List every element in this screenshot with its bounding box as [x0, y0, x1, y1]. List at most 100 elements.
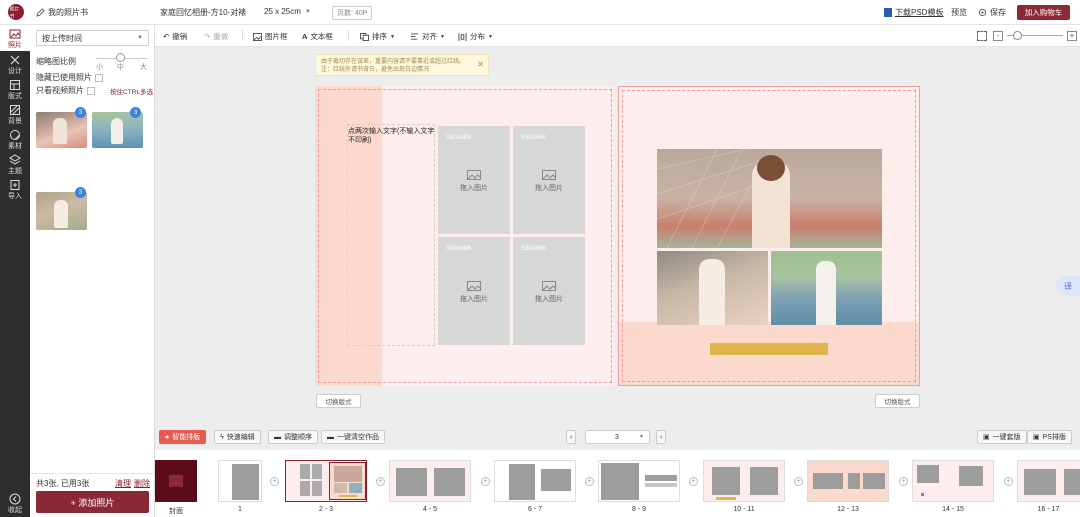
- left-page[interactable]: 点两次输入文字(不输入文字不印刷) 590x886 拖入图片 590x886 拖…: [315, 86, 615, 386]
- insert-page-button[interactable]: +: [794, 477, 803, 486]
- brand-logo[interactable]: 照片书: [8, 4, 24, 20]
- clear-work-label: 一键清空作品: [337, 434, 379, 441]
- film-page-10-11[interactable]: [703, 460, 785, 502]
- template-icon: ▣: [983, 434, 990, 441]
- clear-work-button[interactable]: ▬ 一键清空作品: [321, 430, 385, 444]
- film-page-1[interactable]: [218, 460, 262, 502]
- zoom-slider[interactable]: [1007, 31, 1063, 40]
- film-page-cover[interactable]: [155, 460, 197, 502]
- right-page[interactable]: [618, 86, 920, 386]
- top-bar: 照片书 我的照片书 家庭回忆相册-方10-对裱 25 x 25cm ▼ 页数: …: [0, 0, 1080, 25]
- insert-page-button[interactable]: +: [585, 477, 594, 486]
- rail-item-theme[interactable]: 主题: [0, 151, 30, 176]
- title-bar[interactable]: [710, 343, 828, 355]
- add-cart-button[interactable]: 加入购物车: [1017, 5, 1070, 20]
- next-page-button[interactable]: ›: [656, 430, 667, 444]
- film-page-12-13[interactable]: [807, 460, 889, 502]
- switch-layout-right-button[interactable]: 切换版式: [875, 394, 920, 408]
- save-button[interactable]: 保存: [978, 7, 1006, 18]
- photo-slot[interactable]: 590x886 拖入图片: [438, 237, 510, 345]
- close-icon[interactable]: ✕: [477, 61, 484, 69]
- toolbar-divider: [242, 30, 243, 41]
- quick-edit-button[interactable]: ϟ 快速编辑: [214, 430, 261, 444]
- switch-layout-left-button[interactable]: 切换版式: [316, 394, 361, 408]
- placed-photo[interactable]: [771, 251, 882, 325]
- bottom-actions: ● 智能排版 ϟ 快速编辑 ▬ 调整顺序 ▬ 一键清空作品 ‹ 3 ▼ › ▣ 一键套版 …: [155, 428, 1080, 446]
- theme-icon: [9, 154, 21, 166]
- picture-box-button[interactable]: 图片框: [253, 31, 288, 42]
- photo-slot[interactable]: 590x886 拖入图片: [438, 126, 510, 234]
- film-page-16-17[interactable]: [1017, 460, 1080, 502]
- insert-page-button[interactable]: +: [689, 477, 698, 486]
- insert-page-button[interactable]: +: [481, 477, 490, 486]
- only-video-checkbox[interactable]: 只看视频照片: [36, 85, 95, 96]
- back-link[interactable]: 我的照片书: [36, 7, 88, 18]
- hide-used-checkbox[interactable]: 隐藏已使用照片: [36, 72, 103, 83]
- reorder-button[interactable]: ▬ 调整顺序: [268, 430, 318, 444]
- insert-page-button[interactable]: +: [899, 477, 908, 486]
- zoom-handle[interactable]: [1013, 31, 1022, 40]
- ps-edit-button[interactable]: ▣ PS排版: [1027, 430, 1072, 444]
- smart-layout-button[interactable]: ● 智能排版: [159, 430, 207, 444]
- slider-handle[interactable]: [116, 53, 125, 62]
- zoom-in-button[interactable]: +: [1067, 31, 1077, 41]
- photo-slot[interactable]: 590x886 拖入图片: [513, 237, 585, 345]
- order-dropdown[interactable]: 排序 ▼: [360, 31, 395, 42]
- placed-photo[interactable]: [657, 251, 768, 325]
- scale-label: 缩略图比例: [36, 57, 76, 66]
- page-select[interactable]: 3 ▼: [585, 430, 650, 444]
- rail-collapse-button[interactable]: 收起: [0, 490, 30, 516]
- clear-link[interactable]: 清理: [115, 478, 131, 489]
- zoom-out-button[interactable]: -: [993, 31, 1003, 41]
- scale-large: 大: [140, 64, 147, 71]
- preview-button[interactable]: 预览: [951, 7, 967, 18]
- film-page-4-5[interactable]: [389, 460, 471, 502]
- film-page-8-9[interactable]: [598, 460, 680, 502]
- insert-page-button[interactable]: +: [270, 477, 279, 486]
- text-box-button[interactable]: A 文本框: [302, 31, 333, 42]
- film-label: 2 - 3: [318, 506, 333, 513]
- clear-icon: ▬: [327, 433, 334, 441]
- film-block: [509, 464, 535, 500]
- rail-item-import[interactable]: 导入: [0, 176, 30, 201]
- sort-select[interactable]: 按上传时间 ▼: [36, 30, 149, 46]
- text-placeholder[interactable]: 点两次输入文字(不输入文字不印刷): [347, 124, 435, 346]
- prev-page-button[interactable]: ‹: [566, 430, 577, 444]
- side-float-button[interactable]: 译: [1056, 276, 1080, 296]
- download-psd-label: 下载PSD模板: [895, 8, 944, 17]
- text-icon: A: [302, 32, 308, 41]
- image-icon: [467, 170, 481, 180]
- size-dropdown[interactable]: 25 x 25cm ▼: [264, 7, 311, 16]
- insert-page-button[interactable]: +: [376, 477, 385, 486]
- redo-button[interactable]: ↷ 重做: [204, 31, 228, 42]
- placed-photo[interactable]: [657, 149, 882, 248]
- ps-edit-label: PS排版: [1042, 434, 1066, 441]
- rail-item-layout[interactable]: 版式: [0, 76, 30, 101]
- rail-item-label: 主题: [8, 168, 22, 175]
- translate-icon: 译: [1064, 281, 1072, 291]
- film-page-14-15[interactable]: [912, 460, 994, 502]
- distribute-dropdown[interactable]: 分布 ▼: [458, 31, 493, 42]
- collapse-icon: [9, 493, 21, 505]
- download-psd-link[interactable]: 下载PSD模板: [884, 7, 943, 18]
- only-video-label: 只看视频照片: [36, 86, 84, 95]
- film-page-6-7[interactable]: [494, 460, 576, 502]
- undo-button[interactable]: ↶ 撤销: [163, 31, 187, 42]
- align-dropdown[interactable]: 对齐 ▼: [410, 31, 445, 42]
- rail-item-photo[interactable]: 照片: [0, 25, 30, 51]
- rail-item-background[interactable]: 背景: [0, 101, 30, 126]
- one-key-button[interactable]: ▣ 一键套版: [977, 430, 1027, 444]
- add-photo-button[interactable]: + 添加照片: [36, 491, 149, 513]
- fit-screen-icon[interactable]: [977, 31, 987, 41]
- slot-label: 拖入图片: [460, 296, 488, 303]
- film-dot: [921, 493, 924, 496]
- film-label: 4 - 5: [422, 506, 437, 513]
- quick-edit-label: 快速编辑: [226, 434, 255, 441]
- film-page-2-3[interactable]: [285, 460, 367, 502]
- insert-page-button[interactable]: +: [1004, 477, 1013, 486]
- photo-slot[interactable]: 590x886 拖入图片: [513, 126, 585, 234]
- rail-item-sticker[interactable]: 素材: [0, 126, 30, 151]
- rail-item-design[interactable]: 设计: [0, 51, 30, 76]
- picture-box-icon: [253, 32, 262, 41]
- delete-link[interactable]: 删除: [134, 478, 150, 489]
